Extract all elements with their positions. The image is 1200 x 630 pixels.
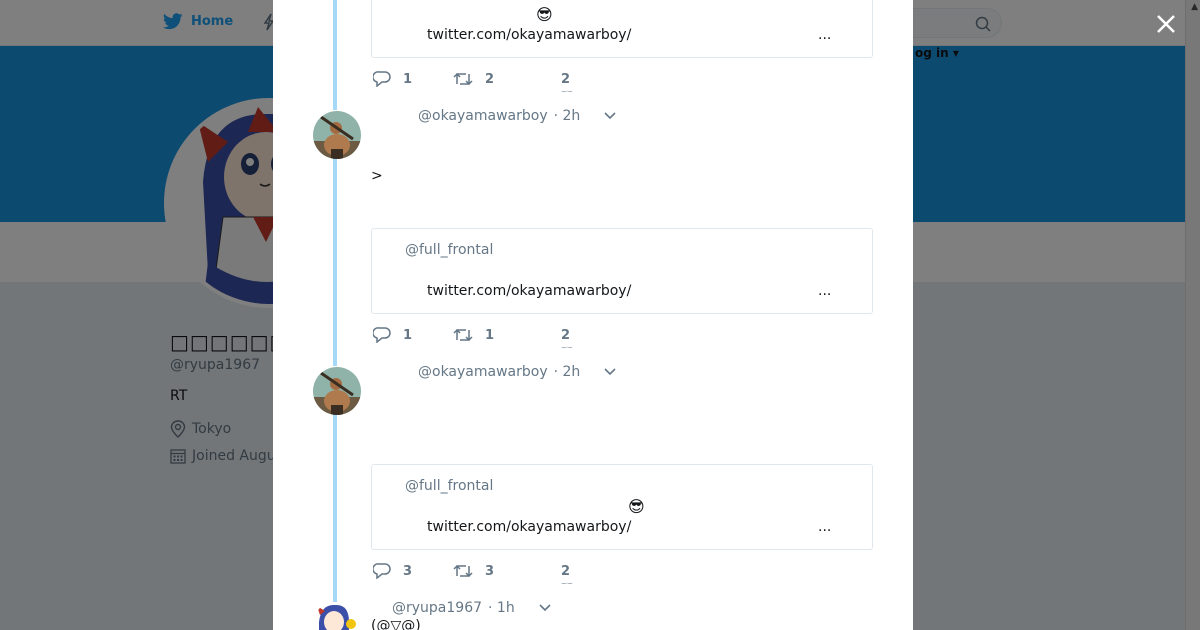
conversation-modal: 😎 twitter.com/okayamawarboy/ ... 1 2 2 ⌣… xyxy=(273,0,913,630)
tweet-handle[interactable]: @ryupa1967 xyxy=(392,600,482,616)
tweet-actions: 3 3 2 ⌣⌣ xyxy=(373,563,673,589)
reply-button[interactable]: 3 xyxy=(373,563,412,579)
retweet-button[interactable]: 2 xyxy=(453,71,494,87)
retweet-icon xyxy=(453,328,473,342)
sunglasses-emoji: 😎 xyxy=(536,5,553,24)
chevron-down-icon[interactable] xyxy=(604,112,616,120)
tweet-text: > xyxy=(371,168,383,184)
retweet-count: 2 xyxy=(485,71,495,87)
reply-count: 1 xyxy=(403,327,413,343)
reply-icon xyxy=(373,563,391,579)
retweet-icon xyxy=(453,72,473,86)
thread-line xyxy=(333,0,337,110)
avatar-okayamawarboy[interactable] xyxy=(313,111,361,159)
reply-count: 3 xyxy=(403,563,413,579)
tweet-header: @okayamawarboy · 2h xyxy=(418,108,616,124)
tweet-header: @ryupa1967 · 1h xyxy=(392,600,551,616)
retweet-button[interactable]: 1 xyxy=(453,327,494,343)
tweet-time[interactable]: · 2h xyxy=(554,364,581,380)
anime-girl-avatar-image xyxy=(313,602,357,630)
reply-icon xyxy=(373,71,391,87)
warrior-avatar-image xyxy=(313,367,361,415)
like-underline-icon: ⌣⌣ xyxy=(561,579,573,589)
tweet-header: @okayamawarboy · 2h xyxy=(418,364,616,380)
card-author[interactable]: @full_frontal xyxy=(405,478,493,494)
retweet-count: 3 xyxy=(485,563,495,579)
tweet-actions: 1 2 2 ⌣⌣ xyxy=(373,71,673,97)
tweet-text: (@▽@) xyxy=(371,618,421,630)
card-link[interactable]: twitter.com/okayamawarboy/ xyxy=(427,283,631,299)
tweet-handle[interactable]: @okayamawarboy xyxy=(418,108,548,124)
tweet-time[interactable]: · 1h xyxy=(488,600,515,616)
card-ellipsis: ... xyxy=(818,519,832,535)
like-count[interactable]: 2 xyxy=(561,328,570,343)
chevron-down-icon[interactable] xyxy=(539,604,551,612)
card-author[interactable]: @full_frontal xyxy=(405,242,493,258)
link-card[interactable]: @full_frontal 😎 twitter.com/okayamawarbo… xyxy=(371,464,873,550)
tweet-handle[interactable]: @okayamawarboy xyxy=(418,364,548,380)
retweet-button[interactable]: 3 xyxy=(453,563,494,579)
card-ellipsis: ... xyxy=(818,283,832,299)
tweet-time[interactable]: · 2h xyxy=(554,108,581,124)
card-link[interactable]: twitter.com/okayamawarboy/ xyxy=(427,519,631,535)
card-ellipsis: ... xyxy=(818,27,832,43)
chevron-down-icon[interactable] xyxy=(604,368,616,376)
card-link[interactable]: twitter.com/okayamawarboy/ xyxy=(427,27,631,43)
thread-line xyxy=(333,414,337,604)
warrior-avatar-image xyxy=(313,111,361,159)
reply-button[interactable]: 1 xyxy=(373,327,412,343)
reply-count: 1 xyxy=(403,71,413,87)
like-count[interactable]: 2 xyxy=(561,72,570,87)
tweet-actions: 1 1 2 ⌣⌣ xyxy=(373,327,673,353)
avatar-ryupa1967[interactable] xyxy=(313,602,357,630)
like-count[interactable]: 2 xyxy=(561,564,570,579)
link-card[interactable]: 😎 twitter.com/okayamawarboy/ ... xyxy=(371,0,873,58)
reply-button[interactable]: 1 xyxy=(373,71,412,87)
retweet-count: 1 xyxy=(485,327,495,343)
close-icon[interactable] xyxy=(1154,12,1178,36)
sunglasses-emoji: 😎 xyxy=(628,497,645,516)
reply-icon xyxy=(373,327,391,343)
avatar-okayamawarboy[interactable] xyxy=(313,367,361,415)
thread-line xyxy=(333,158,337,366)
like-underline-icon: ⌣⌣ xyxy=(561,87,573,97)
like-underline-icon: ⌣⌣ xyxy=(561,343,573,353)
retweet-icon xyxy=(453,564,473,578)
link-card[interactable]: @full_frontal twitter.com/okayamawarboy/… xyxy=(371,228,873,314)
